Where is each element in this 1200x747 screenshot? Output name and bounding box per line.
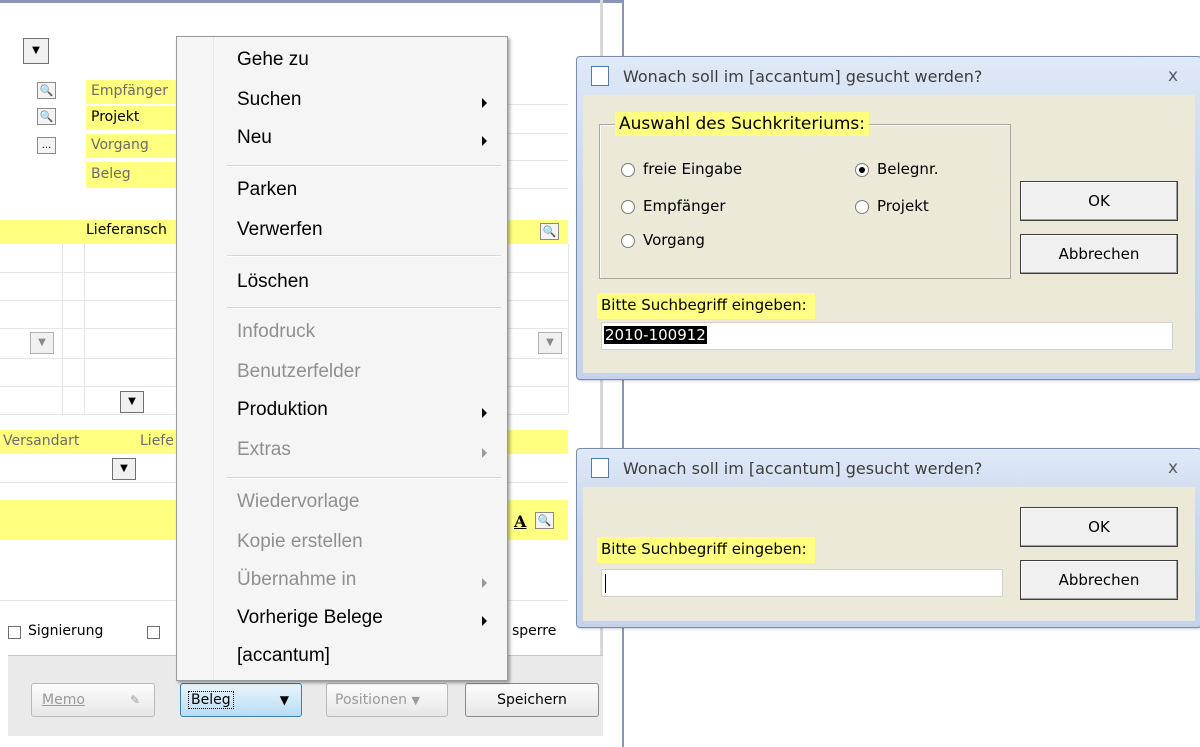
search-term-input[interactable]: 2010-100912 bbox=[601, 322, 1173, 350]
submenu-arrow-icon bbox=[482, 578, 487, 588]
menu-separator bbox=[227, 307, 501, 309]
radio-vorgang[interactable] bbox=[621, 234, 635, 248]
radio-belegnr[interactable] bbox=[855, 163, 869, 177]
ok-button[interactable]: OK bbox=[1020, 507, 1178, 547]
radio-label-belegnr: Belegnr. bbox=[877, 160, 939, 178]
accantum-app-icon bbox=[591, 458, 609, 478]
accantum-app-icon bbox=[591, 66, 609, 86]
menu-item-produktion[interactable]: Produktion bbox=[237, 399, 328, 421]
sperre-label: sperre bbox=[512, 623, 557, 639]
menu-item-benutzerfelder: Benutzerfelder bbox=[237, 361, 361, 382]
left-grid-dropdown[interactable]: ▼ bbox=[30, 332, 54, 354]
dialog-title: Wonach soll im [accantum] gesucht werden… bbox=[623, 67, 983, 86]
submenu-arrow-icon bbox=[482, 448, 487, 458]
search-term-value: 2010-100912 bbox=[604, 326, 707, 344]
menu-separator bbox=[227, 165, 501, 167]
top-field-line-2 bbox=[506, 133, 568, 134]
menu-item-kopie-erstellen: Kopie erstellen bbox=[237, 531, 363, 552]
menu-item-neu[interactable]: Neu bbox=[237, 127, 272, 149]
menu-item-übernahme-in: Übernahme in bbox=[237, 569, 357, 590]
menu-item-suchen[interactable]: Suchen bbox=[237, 89, 301, 111]
search-dialog-with-criteria: Wonach soll im [accantum] gesucht werden… bbox=[576, 56, 1200, 380]
text-cursor bbox=[605, 574, 606, 593]
positionen-menu-button[interactable]: Positionen ▼ bbox=[326, 683, 448, 717]
top-field-line-4 bbox=[506, 188, 568, 189]
cancel-button[interactable]: Abbrechen bbox=[1020, 560, 1178, 600]
speichern-button-label: Speichern bbox=[497, 692, 567, 708]
search-prompt-label: Bitte Suchbegriff eingeben: bbox=[597, 537, 815, 563]
second-checkbox[interactable] bbox=[147, 626, 160, 639]
submenu-arrow-icon bbox=[482, 408, 487, 418]
text-search-button[interactable]: 🔍 bbox=[535, 512, 554, 529]
projekt-search-button[interactable]: 🔍 bbox=[37, 108, 56, 125]
radio-freie-eingabe[interactable] bbox=[621, 163, 635, 177]
vorgang-label: Vorgang bbox=[91, 137, 149, 153]
menu-item-löschen[interactable]: Löschen bbox=[237, 271, 309, 293]
radio-label-projekt: Projekt bbox=[877, 197, 929, 215]
close-icon[interactable]: x bbox=[1168, 66, 1178, 86]
menu-item-parken[interactable]: Parken bbox=[237, 179, 297, 201]
dialog-title: Wonach soll im [accantum] gesucht werden… bbox=[623, 459, 983, 478]
submenu-arrow-icon bbox=[482, 616, 487, 626]
top-field-line-3 bbox=[506, 160, 568, 161]
radio-label-vorgang: Vorgang bbox=[643, 231, 705, 249]
menu-item-infodruck: Infodruck bbox=[237, 321, 316, 342]
empfaenger-search-button[interactable]: 🔍 bbox=[37, 82, 56, 99]
memo-pen-icon: ✎ bbox=[129, 693, 140, 707]
grid-vline-left bbox=[62, 244, 63, 414]
beleg-context-menu: Gehe zu Suchen Neu Parken Verwerfen Löschen In… bbox=[176, 36, 508, 681]
submenu-arrow-icon bbox=[482, 136, 487, 146]
menu-item-extras: Extras bbox=[237, 439, 291, 460]
search-dialog-simple: Wonach soll im [accantum] gesucht werden… bbox=[576, 448, 1200, 628]
lieferanschrift-label: Lieferansch bbox=[86, 222, 167, 238]
speichern-button[interactable]: Speichern bbox=[465, 683, 599, 717]
memo-button[interactable]: Memo ✎ bbox=[31, 683, 155, 717]
radio-empfaenger[interactable] bbox=[621, 200, 635, 214]
versandart-label: Versandart bbox=[3, 433, 80, 449]
menu-icon-gutter bbox=[177, 37, 214, 680]
lieferanschrift-search-button[interactable]: 🔍 bbox=[540, 223, 559, 240]
beleg-label: Beleg bbox=[91, 166, 131, 182]
grid-vline-right bbox=[568, 244, 569, 414]
positionen-button-label: Positionen bbox=[335, 692, 407, 708]
signierung-label: Signierung bbox=[28, 623, 104, 639]
close-icon[interactable]: x bbox=[1168, 458, 1178, 478]
cancel-button[interactable]: Abbrechen bbox=[1020, 234, 1178, 274]
menu-separator bbox=[227, 477, 501, 479]
ok-button[interactable]: OK bbox=[1020, 181, 1178, 221]
menu-separator bbox=[227, 255, 501, 257]
menu-item-accantum[interactable]: [accantum] bbox=[237, 645, 330, 667]
menu-item-vorherige-belege[interactable]: Vorherige Belege bbox=[237, 607, 383, 629]
font-format-icon[interactable]: A bbox=[514, 512, 526, 531]
menu-item-verwerfen[interactable]: Verwerfen bbox=[237, 219, 323, 241]
radio-label-freie-eingabe: freie Eingabe bbox=[643, 160, 743, 178]
grid-vline-mid bbox=[84, 244, 85, 414]
criteria-group-label: Auswahl des Suchkriteriums: bbox=[615, 112, 869, 136]
menu-item-wiedervorlage: Wiedervorlage bbox=[237, 491, 360, 512]
versandart-dropdown[interactable]: ▼ bbox=[112, 458, 136, 480]
window-border bbox=[0, 0, 622, 3]
submenu-arrow-icon bbox=[482, 98, 487, 108]
beleg-button-label: Beleg bbox=[188, 691, 234, 709]
lieferbedingung-label: Liefe bbox=[140, 433, 174, 449]
beleg-menu-button[interactable]: Beleg ▼ bbox=[180, 683, 302, 717]
memo-button-label: Memo bbox=[42, 692, 85, 708]
vorgang-browse-button[interactable]: ... bbox=[37, 137, 56, 154]
signierung-checkbox[interactable] bbox=[8, 626, 21, 639]
menu-item-gehe-zu[interactable]: Gehe zu bbox=[237, 49, 309, 71]
chevron-down-icon: ▼ bbox=[279, 693, 289, 707]
search-term-input[interactable] bbox=[601, 569, 1003, 597]
top-field-line-1 bbox=[506, 104, 568, 105]
empfaenger-label: Empfänger bbox=[91, 83, 169, 99]
right-grid-dropdown[interactable]: ▼ bbox=[538, 332, 562, 354]
top-dropdown-button[interactable]: ▼ bbox=[23, 38, 49, 64]
radio-label-empfaenger: Empfänger bbox=[643, 197, 726, 215]
projekt-label: Projekt bbox=[91, 109, 140, 125]
chevron-down-icon: ▼ bbox=[411, 694, 420, 707]
radio-projekt[interactable] bbox=[855, 200, 869, 214]
search-prompt-label: Bitte Suchbegriff eingeben: bbox=[597, 293, 815, 319]
grid-bottom-dropdown[interactable]: ▼ bbox=[120, 391, 144, 413]
